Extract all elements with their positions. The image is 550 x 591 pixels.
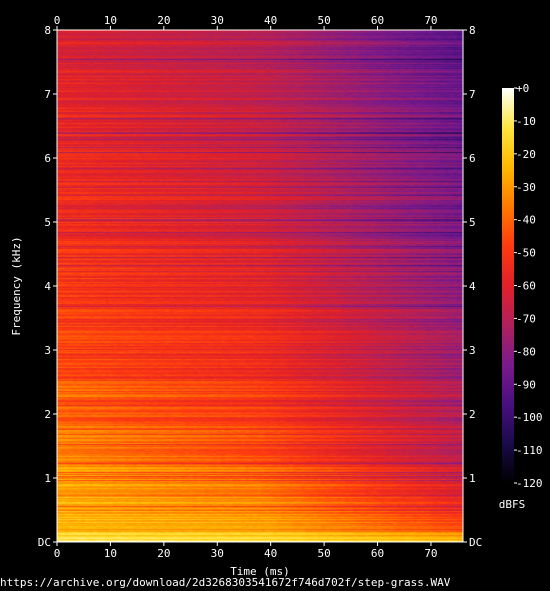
x-tick-label-top: 50 — [317, 14, 330, 27]
x-tick-label-top: 60 — [371, 14, 384, 27]
y-tick-label-left: 5 — [44, 216, 51, 229]
source-url: https://archive.org/download/2d326830354… — [0, 576, 451, 589]
x-tick-label-top: 70 — [424, 14, 437, 27]
y-tick-label-right: 5 — [469, 216, 476, 229]
colorbar-tick-label: -10 — [516, 115, 536, 128]
x-tick-label-top: 10 — [104, 14, 117, 27]
x-tick-label-bottom: 20 — [157, 547, 170, 560]
plot-area — [57, 30, 463, 542]
colorbar-tick-label: -100 — [516, 411, 543, 424]
x-tick-label-bottom: 50 — [317, 547, 330, 560]
colorbar-tick-label: -110 — [516, 444, 543, 457]
x-tick-label-top: 20 — [157, 14, 170, 27]
y-tick-label-right: 1 — [469, 472, 476, 485]
y-tick-label-left: DC — [38, 536, 51, 549]
colorbar-gradient — [502, 88, 514, 483]
colorbar-tick-label: -90 — [516, 378, 536, 391]
colorbar-tick-label: -30 — [516, 181, 536, 194]
colorbar-tick-label: -80 — [516, 345, 536, 358]
y-tick-label-right: 3 — [469, 344, 476, 357]
colorbar-tick-label: -60 — [516, 280, 536, 293]
x-tick-label-bottom: 10 — [104, 547, 117, 560]
y-tick-label-left: 4 — [44, 280, 51, 293]
spectrogram-chart: 0 0 10 10 20 20 30 30 40 40 50 50 60 60 70 70 DC DC 1 1 2 2 3 3… — [10, 14, 543, 578]
colorbar: +0 -10 -20 -30 -40 -50 -60 -70 -80 -90 -100 -110 -12… — [502, 82, 543, 490]
colorbar-tick-label: -70 — [516, 312, 536, 325]
y-tick-label-left: 2 — [44, 408, 51, 421]
y-tick-label-left: 6 — [44, 152, 51, 165]
x-tick-label-bottom: 60 — [371, 547, 384, 560]
x-tick-label-bottom: 30 — [211, 547, 224, 560]
y-tick-label-left: 7 — [44, 88, 51, 101]
colorbar-tick-label: -40 — [516, 214, 536, 227]
y-tick-label-right: 7 — [469, 88, 476, 101]
y-tick-label-left: 1 — [44, 472, 51, 485]
colorbar-tick-label: -50 — [516, 247, 536, 260]
y-tick-label-left: 3 — [44, 344, 51, 357]
colorbar-tick-label: -120 — [516, 477, 543, 490]
y-tick-label-left: 8 — [44, 24, 51, 37]
y-tick-label-right: 4 — [469, 280, 476, 293]
x-tick-label-top: 30 — [211, 14, 224, 27]
y-tick-label-right: 8 — [469, 24, 476, 37]
x-tick-label-top: 40 — [264, 14, 277, 27]
x-tick-label-bottom: 0 — [54, 547, 61, 560]
colorbar-tick-label: -20 — [516, 148, 536, 161]
colorbar-tick-label: +0 — [516, 82, 529, 95]
y-tick-label-right: DC — [469, 536, 482, 549]
y-axis-label: Frequency (kHz) — [10, 236, 23, 335]
x-tick-label-top: 0 — [54, 14, 61, 27]
x-tick-label-bottom: 40 — [264, 547, 277, 560]
y-tick-label-right: 2 — [469, 408, 476, 421]
y-tick-label-right: 6 — [469, 152, 476, 165]
x-tick-label-bottom: 70 — [424, 547, 437, 560]
spectrogram-heatmap — [57, 30, 463, 542]
colorbar-label: dBFS — [499, 498, 526, 511]
